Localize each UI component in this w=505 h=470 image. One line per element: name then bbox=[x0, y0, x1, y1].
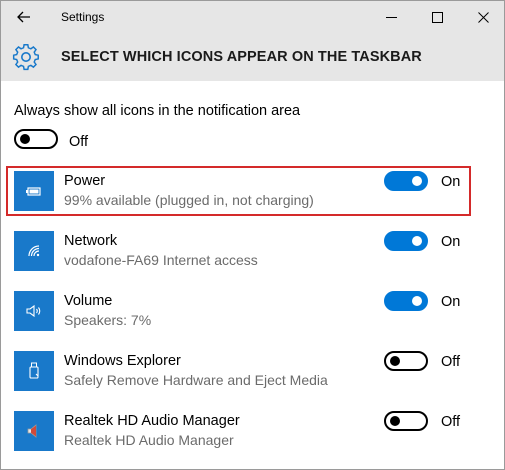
network-toggle[interactable] bbox=[384, 231, 428, 251]
battery-icon bbox=[26, 187, 41, 196]
item-state: Off bbox=[441, 354, 461, 370]
item-state: On bbox=[441, 234, 461, 250]
item-description: Safely Remove Hardware and Eject Media bbox=[64, 372, 328, 388]
item-description: Realtek HD Audio Manager bbox=[64, 432, 234, 448]
maximize-icon bbox=[431, 11, 443, 23]
settings-window: Settings SELECT WHICH ICONS APPEAR ON TH… bbox=[0, 0, 505, 470]
list-item-windows-explorer: Windows Explorer Safely Remove Hardware … bbox=[1, 341, 504, 401]
item-state: Off bbox=[441, 414, 461, 430]
close-icon bbox=[477, 11, 489, 23]
window-title: Settings bbox=[61, 10, 105, 24]
realtek-toggle[interactable] bbox=[384, 411, 428, 431]
page-header: SELECT WHICH ICONS APPEAR ON THE TASKBAR bbox=[1, 33, 504, 81]
always-show-label: Always show all icons in the notificatio… bbox=[14, 103, 301, 119]
item-name: Realtek HD Audio Manager bbox=[64, 413, 240, 429]
windows-explorer-tile bbox=[14, 351, 54, 391]
windows-explorer-toggle[interactable] bbox=[384, 351, 428, 371]
item-state: On bbox=[441, 174, 461, 190]
network-tile bbox=[14, 231, 54, 271]
toggle-knob bbox=[390, 416, 400, 426]
minimize-icon bbox=[385, 16, 397, 18]
item-state: On bbox=[441, 294, 461, 310]
item-name: Power bbox=[64, 173, 106, 189]
toggle-knob bbox=[412, 296, 422, 306]
realtek-speaker-icon bbox=[27, 424, 37, 438]
volume-toggle[interactable] bbox=[384, 291, 428, 311]
item-description: vodafone-FA69 Internet access bbox=[64, 252, 258, 268]
page-title: SELECT WHICH ICONS APPEAR ON THE TASKBAR bbox=[61, 49, 422, 65]
volume-tile bbox=[14, 291, 54, 331]
toggle-knob bbox=[20, 134, 30, 144]
wifi-icon bbox=[28, 245, 40, 257]
toggle-knob bbox=[390, 356, 400, 366]
back-arrow-icon bbox=[17, 11, 30, 23]
usb-drive-icon bbox=[29, 362, 39, 379]
power-tile bbox=[14, 171, 54, 211]
list-item-realtek: Realtek HD Audio Manager Realtek HD Audi… bbox=[1, 401, 504, 461]
item-name: Network bbox=[64, 233, 118, 249]
minimize-button[interactable] bbox=[368, 1, 414, 33]
item-name: Volume bbox=[64, 293, 113, 309]
always-show-state: Off bbox=[69, 134, 89, 150]
speaker-icon bbox=[26, 304, 41, 318]
close-button[interactable] bbox=[460, 1, 504, 33]
realtek-tile bbox=[14, 411, 54, 451]
list-item-network: Network vodafone-FA69 Internet access On bbox=[1, 221, 504, 281]
back-button[interactable] bbox=[1, 1, 47, 33]
power-toggle[interactable] bbox=[384, 171, 428, 191]
gear-icon bbox=[12, 44, 39, 71]
toggle-knob bbox=[412, 176, 422, 186]
title-bar: Settings bbox=[1, 1, 504, 33]
list-item-volume: Volume Speakers: 7% On bbox=[1, 281, 504, 341]
list-item-power: Power 99% available (plugged in, not cha… bbox=[1, 161, 504, 221]
always-show-toggle[interactable] bbox=[14, 129, 58, 149]
toggle-knob bbox=[412, 236, 422, 246]
maximize-button[interactable] bbox=[414, 1, 460, 33]
item-description: 99% available (plugged in, not charging) bbox=[64, 192, 314, 208]
item-name: Windows Explorer bbox=[64, 353, 181, 369]
item-description: Speakers: 7% bbox=[64, 312, 152, 328]
